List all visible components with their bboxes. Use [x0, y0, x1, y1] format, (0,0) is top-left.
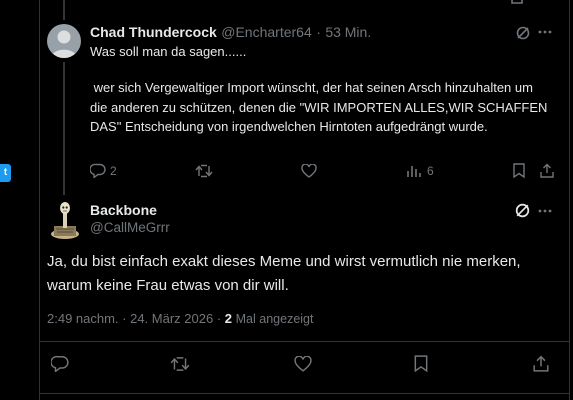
- author-block: Backbone @CallMeGrrr: [90, 202, 170, 235]
- reply-count: 2: [110, 163, 117, 178]
- repost-button[interactable]: [195, 164, 213, 178]
- more-icon[interactable]: [538, 209, 552, 213]
- author-handle[interactable]: @Encharter64: [221, 24, 311, 40]
- like-button[interactable]: [301, 164, 317, 178]
- views-number: 2: [224, 311, 233, 326]
- separator: ·: [316, 24, 321, 40]
- reply-button[interactable]: [51, 355, 69, 372]
- tweet-header: Chad Thundercock @Encharter64 · 53 Min.: [90, 24, 371, 42]
- author-handle[interactable]: @CallMeGrrr: [90, 220, 170, 235]
- divider: [40, 393, 569, 394]
- column-border-right: [569, 0, 570, 400]
- tweet-meta: 2:49 nachm. · 24. März 2026 · 2 Mal ange…: [47, 311, 313, 326]
- timestamp[interactable]: 2:49 nachm. · 24. März 2026 ·: [47, 311, 221, 326]
- grok-icon[interactable]: [515, 25, 531, 41]
- share-icon[interactable]: [511, 0, 523, 4]
- views-label: Mal angezeigt: [235, 312, 314, 326]
- grok-icon[interactable]: [514, 202, 531, 219]
- tweet-text: Ja, du bist einfach exakt dieses Meme un…: [47, 253, 521, 294]
- bookmark-button[interactable]: [414, 355, 428, 372]
- author-name[interactable]: Backbone: [90, 202, 170, 218]
- bookmark-button[interactable]: [513, 163, 525, 178]
- reply-button[interactable]: 2: [90, 163, 117, 178]
- thread-line-middle: [63, 62, 65, 195]
- column-border-left: [39, 0, 40, 400]
- author-name[interactable]: Chad Thundercock: [90, 24, 217, 40]
- like-button[interactable]: [294, 356, 312, 372]
- views-count: 6: [427, 164, 434, 178]
- avatar[interactable]: [48, 199, 82, 239]
- share-button[interactable]: [540, 163, 554, 178]
- divider: [40, 341, 569, 342]
- tweet-text-line1: Was soll man da sagen......: [90, 44, 247, 59]
- post-time[interactable]: 53 Min.: [325, 24, 371, 40]
- views-button[interactable]: 6: [407, 164, 434, 178]
- thread-line-top: [63, 0, 65, 20]
- side-tab[interactable]: t: [0, 164, 11, 182]
- tweet-text-body: wer sich Vergewaltiger Import wünscht, d…: [90, 80, 552, 134]
- avatar[interactable]: [47, 24, 81, 58]
- share-button[interactable]: [533, 355, 549, 372]
- repost-button[interactable]: [170, 356, 190, 372]
- more-icon[interactable]: [538, 30, 552, 34]
